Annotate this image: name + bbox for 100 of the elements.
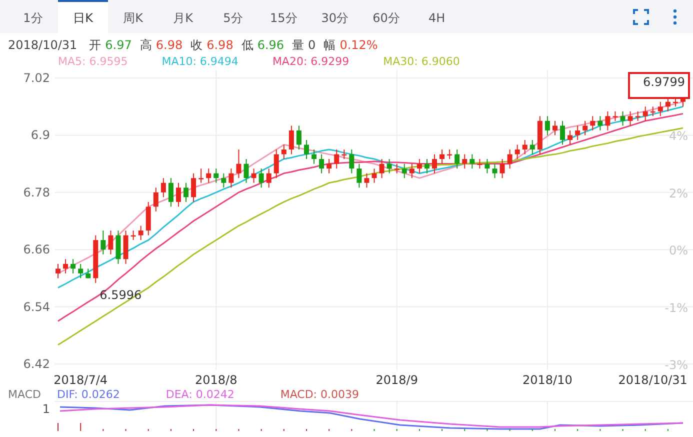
indicator-name: MACD: [8, 389, 41, 401]
candlestick: [432, 154, 437, 174]
candlestick: [658, 101, 663, 117]
chart-period-tab[interactable]: 30分: [309, 0, 361, 33]
candlestick: [379, 158, 384, 179]
chart-period-tab[interactable]: 月K: [158, 0, 208, 33]
candlestick: [198, 168, 204, 184]
candlestick: [56, 263, 60, 279]
candlestick: [236, 149, 242, 179]
percent-axis-label: -1%: [664, 300, 688, 315]
candlestick: [440, 149, 445, 164]
candlestick: [462, 154, 468, 170]
chart-period-tab[interactable]: 15分: [258, 0, 310, 33]
candlestick: [228, 168, 234, 188]
candlestick: [258, 168, 264, 188]
candlestick: [116, 230, 121, 264]
quote-value: 0.12%: [340, 37, 378, 54]
candlestick: [191, 172, 196, 202]
candlestick: [244, 158, 249, 184]
quote-value: 0: [308, 37, 316, 54]
y-axis-label: 6.42: [23, 357, 50, 371]
chart-period-tab[interactable]: 日K: [58, 0, 108, 33]
candlestick: [86, 268, 91, 279]
candlestick: [206, 168, 212, 184]
quote-label: 量: [292, 37, 304, 54]
candlestick: [416, 158, 422, 174]
candlestick: [424, 158, 430, 174]
quote-label: 高: [140, 37, 152, 54]
candlestick: [568, 130, 573, 146]
candlestick: [326, 158, 332, 174]
candlestick: [620, 110, 626, 126]
candlestick: [635, 110, 640, 122]
candlestick: [251, 168, 256, 184]
candlestick: [522, 139, 528, 155]
candlestick: [642, 106, 648, 122]
candlestick: [650, 106, 656, 117]
percent-axis-label: 0%: [668, 244, 688, 258]
candlestick: [214, 168, 219, 184]
candlestick: [312, 149, 317, 164]
percent-axis-label: -3%: [664, 358, 688, 372]
candlestick: [507, 149, 512, 170]
candlestick: [123, 230, 128, 264]
y-axis-label: 6.78: [23, 185, 50, 200]
candlestick: [160, 178, 166, 198]
chart-period-tab[interactable]: 5分: [208, 0, 258, 33]
quote-label: 幅: [324, 37, 336, 54]
chart-period-tab[interactable]: 1分: [8, 0, 58, 33]
candlestick: [514, 144, 520, 160]
quote-value: 6.97: [105, 37, 132, 54]
candlestick: [386, 158, 392, 174]
candlestick: [184, 182, 188, 202]
quote-value: 6.98: [206, 37, 234, 54]
candlestick: [537, 116, 542, 155]
candlestick: [70, 258, 76, 274]
chart-period-tab[interactable]: 60分: [360, 0, 412, 33]
chart-period-tab[interactable]: 周K: [108, 0, 158, 33]
candlestick: [544, 116, 550, 136]
quote-label: 开: [89, 37, 102, 54]
fullscreen-icon[interactable]: [633, 8, 649, 24]
candlestick: [304, 139, 309, 160]
quote-label: 收: [190, 37, 203, 54]
indicator-reading: DIF: 0.0262: [56, 389, 120, 401]
quote-date: 2018/10/31: [8, 37, 78, 54]
candlestick: [575, 125, 580, 140]
candlestick: [108, 230, 114, 255]
y-axis-label: 6.54: [23, 300, 50, 314]
candlestick: [168, 178, 174, 208]
y-axis-label: 6.9: [30, 128, 50, 142]
chart-period-tab[interactable]: 4H: [412, 0, 462, 33]
candlestick: [130, 230, 136, 241]
candlestick: [221, 172, 226, 188]
candlestick: [342, 149, 347, 160]
candlestick: [394, 163, 400, 174]
candlestick: [364, 172, 370, 188]
candlestick: [153, 187, 158, 212]
candlestick: [598, 116, 603, 131]
candlestick: [560, 120, 566, 146]
candlestick: [296, 125, 302, 150]
candlestick: [138, 225, 144, 241]
x-axis-label: 2018/9: [376, 373, 418, 387]
candlestick: [590, 116, 596, 131]
candlestick: [454, 149, 460, 170]
candlestick: [274, 149, 279, 179]
quote-value: 6.96: [257, 37, 284, 54]
percent-axis-label: 4%: [668, 129, 688, 144]
moving-average-reading: MA20: 6.9299: [272, 54, 350, 70]
candlestick: [334, 149, 340, 170]
x-axis-label: 2018/10/31: [618, 373, 688, 387]
candlestick: [63, 258, 68, 274]
candlestick: [605, 110, 610, 131]
candlestick: [470, 154, 475, 170]
candlestick: [288, 125, 294, 155]
candlestick: [372, 168, 377, 184]
candlestick: [356, 163, 362, 188]
last-price-label: 6.9799: [628, 72, 690, 99]
quote-value: 6.98: [156, 37, 183, 54]
indicator-reading: MACD: 0.0039: [280, 389, 359, 401]
candlestick: [552, 120, 558, 136]
more-options-icon[interactable]: [673, 8, 677, 24]
candlestick: [402, 163, 407, 179]
